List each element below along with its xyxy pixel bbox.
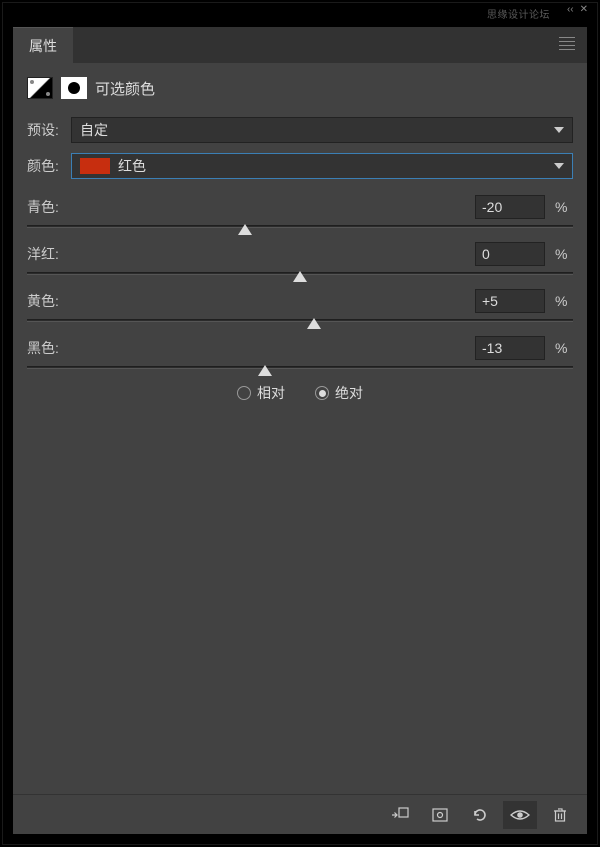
- mask-icon[interactable]: [61, 77, 87, 99]
- slider-2: 黄色:%: [27, 283, 573, 322]
- clip-to-layer-icon[interactable]: [383, 801, 417, 829]
- trash-icon[interactable]: [543, 801, 577, 829]
- slider-track[interactable]: [27, 225, 573, 228]
- visibility-icon[interactable]: [503, 801, 537, 829]
- panel-footer: [13, 794, 587, 834]
- slider-1: 洋红:%: [27, 236, 573, 275]
- slider-3: 黑色:%: [27, 330, 573, 369]
- radio-absolute-label: 绝对: [335, 383, 363, 403]
- slider-0: 青色:%: [27, 189, 573, 228]
- radio-relative[interactable]: 相对: [237, 383, 285, 403]
- chevron-down-icon: [554, 127, 564, 133]
- percent-label: %: [555, 293, 573, 309]
- tab-bar: 属性: [13, 27, 587, 63]
- color-label: 颜色:: [27, 156, 71, 176]
- tab-properties[interactable]: 属性: [13, 27, 73, 63]
- preset-label: 预设:: [27, 120, 71, 140]
- slider-input[interactable]: [475, 195, 545, 219]
- slider-label: 黄色:: [27, 291, 475, 311]
- slider-thumb[interactable]: [238, 224, 252, 235]
- selective-color-icon: [27, 77, 53, 99]
- slider-input[interactable]: [475, 336, 545, 360]
- radio-absolute[interactable]: 绝对: [315, 383, 363, 403]
- preset-row: 预设: 自定: [27, 117, 573, 143]
- slider-thumb[interactable]: [293, 271, 307, 282]
- preset-select[interactable]: 自定: [71, 117, 573, 143]
- percent-label: %: [555, 199, 573, 215]
- slider-input[interactable]: [475, 242, 545, 266]
- color-value: 红色: [118, 156, 146, 176]
- slider-thumb[interactable]: [258, 365, 272, 376]
- color-row: 颜色: 红色: [27, 153, 573, 179]
- color-select[interactable]: 红色: [71, 153, 573, 179]
- percent-label: %: [555, 340, 573, 356]
- slider-label: 黑色:: [27, 338, 475, 358]
- slider-track[interactable]: [27, 272, 573, 275]
- chevron-down-icon: [554, 163, 564, 169]
- properties-panel: 属性 可选颜色 预设: 自定 颜色: 红色 青色:%洋红:%黄色:%黑色:%: [13, 27, 587, 834]
- adjustment-header: 可选颜色: [13, 63, 587, 111]
- radio-relative-label: 相对: [257, 383, 285, 403]
- radio-circle: [237, 386, 251, 400]
- color-swatch: [80, 158, 110, 174]
- panel-menu-icon[interactable]: [547, 27, 587, 63]
- watermark-text: 思缘设计论坛: [487, 6, 550, 21]
- form-area: 预设: 自定 颜色: 红色 青色:%洋红:%黄色:%黑色:% 相对 绝对: [13, 111, 587, 403]
- view-previous-icon[interactable]: [423, 801, 457, 829]
- outer-frame: 属性 可选颜色 预设: 自定 颜色: 红色 青色:%洋红:%黄色:%黑色:%: [2, 2, 598, 845]
- reset-icon[interactable]: [463, 801, 497, 829]
- method-radios: 相对 绝对: [27, 383, 573, 403]
- slider-thumb[interactable]: [307, 318, 321, 329]
- slider-track[interactable]: [27, 319, 573, 322]
- slider-label: 青色:: [27, 197, 475, 217]
- preset-value: 自定: [80, 120, 108, 140]
- slider-track[interactable]: [27, 366, 573, 369]
- radio-circle: [315, 386, 329, 400]
- adjustment-title: 可选颜色: [95, 78, 155, 99]
- slider-input[interactable]: [475, 289, 545, 313]
- percent-label: %: [555, 246, 573, 262]
- slider-label: 洋红:: [27, 244, 475, 264]
